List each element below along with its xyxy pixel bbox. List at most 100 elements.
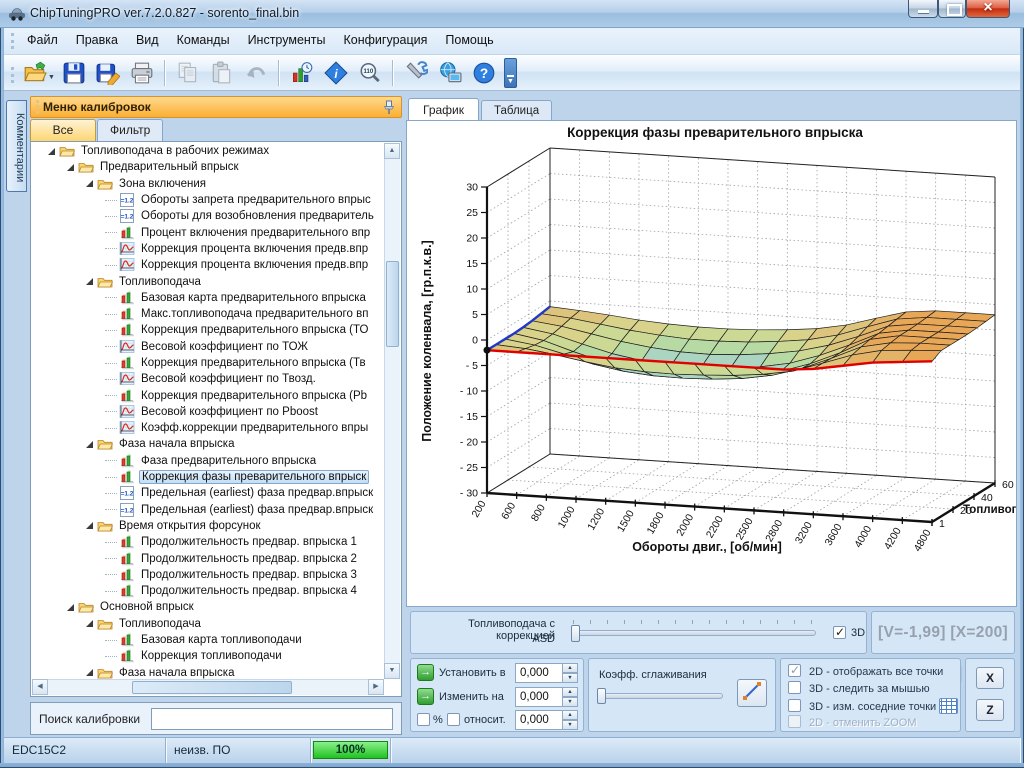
tab-comments[interactable]: Комментарии	[6, 100, 27, 192]
tree-folder[interactable]: Топливоподача	[32, 273, 384, 289]
tree-item[interactable]: Коррекция предварительного впрыска (Тв	[32, 355, 384, 371]
zoom-find-button[interactable]: 110	[355, 58, 385, 88]
menu-Помощь[interactable]: Помощь	[436, 28, 502, 51]
neighbor-grid-button[interactable]	[939, 698, 958, 714]
tree-folder[interactable]: Топливоподача в рабочих режимах	[32, 143, 384, 159]
x-axis-button[interactable]: X	[976, 667, 1004, 689]
3d-checkbox[interactable]	[833, 626, 846, 639]
tree-item[interactable]: Коррекция предварительного впрыска (Pb	[32, 387, 384, 403]
tree-vscrollbar[interactable]: ▲ ▼	[384, 143, 400, 679]
tree-item[interactable]: =1.2Предельная (earliest) фаза предвар.в…	[32, 485, 384, 501]
tree-folder[interactable]: Фаза начала впрыска	[32, 665, 384, 680]
expand-arrow-icon[interactable]	[48, 148, 55, 155]
tree-item[interactable]: Весовой коэффициент по ТОЖ	[32, 339, 384, 355]
tree-item[interactable]: Макс.топливоподача предварительного вп	[32, 306, 384, 322]
paste-button[interactable]	[207, 58, 237, 88]
tree-item[interactable]: Весовой коэффициент по Твозд.	[32, 371, 384, 387]
tree-item[interactable]: Коэфф.коррекции предварительного впры	[32, 420, 384, 436]
hscroll-thumb[interactable]	[132, 681, 292, 694]
maximize-button[interactable]	[938, 0, 966, 18]
apply-set-button[interactable]	[417, 664, 434, 681]
close-button[interactable]	[966, 0, 1010, 18]
tree-folder[interactable]: Фаза начала впрыска	[32, 436, 384, 452]
tree-item[interactable]: =1.2Предельная (earliest) фаза предвар.в…	[32, 502, 384, 518]
expand-arrow-icon[interactable]	[86, 180, 93, 187]
tree-item[interactable]: Коррекция фазы преварительного впрыск	[32, 469, 384, 485]
change-value-input[interactable]	[515, 687, 563, 707]
tree-item[interactable]: Продолжительность предвар. впрыска 2	[32, 550, 384, 566]
menu-Правка[interactable]: Правка	[67, 28, 127, 51]
menu-Инструменты[interactable]: Инструменты	[239, 28, 335, 51]
tree-item[interactable]: Продолжительность предвар. впрыска 3	[32, 567, 384, 583]
menu-Конфигурация[interactable]: Конфигурация	[335, 28, 437, 51]
help-button[interactable]: ?	[469, 58, 499, 88]
print-button[interactable]	[127, 58, 157, 88]
copy-button[interactable]	[173, 58, 203, 88]
tree-folder[interactable]: Предварительный впрыск	[32, 159, 384, 175]
info-button[interactable]: i	[321, 58, 351, 88]
view-option-checkbox[interactable]	[788, 699, 801, 712]
tools-button[interactable]	[401, 58, 431, 88]
minimize-button[interactable]	[908, 0, 938, 18]
z-axis-button[interactable]: Z	[976, 699, 1004, 721]
tree-item[interactable]: Коррекция процента включения предв.впр	[32, 257, 384, 273]
save-file-button[interactable]	[59, 58, 89, 88]
tab-Все[interactable]: Все	[30, 119, 96, 141]
set-value-spinner[interactable]: ▲▼	[562, 663, 578, 683]
expand-arrow-icon[interactable]	[86, 278, 93, 285]
expand-arrow-icon[interactable]	[86, 669, 93, 676]
expand-arrow-icon[interactable]	[86, 620, 93, 627]
view-option-checkbox[interactable]	[788, 681, 801, 694]
tab-Таблица[interactable]: Таблица	[481, 100, 552, 121]
relative-value-input[interactable]	[515, 710, 563, 730]
expand-arrow-icon[interactable]	[67, 604, 74, 611]
chart-area[interactable]: 302520151050- 5- 10- 15- 20- 25- 3020060…	[406, 120, 1017, 607]
smoothing-slider-thumb[interactable]	[597, 688, 606, 704]
tree-item[interactable]: Процент включения предварительного впр	[32, 224, 384, 240]
change-value-spinner[interactable]: ▲▼	[562, 687, 578, 707]
tab-Фильтр[interactable]: Фильтр	[97, 119, 163, 141]
tree-item[interactable]: Коррекция предварительного впрыска (ТО	[32, 322, 384, 338]
tree-folder[interactable]: Топливоподача	[32, 616, 384, 632]
compare-stats-button[interactable]	[287, 58, 317, 88]
tree-folder[interactable]: Зона включения	[32, 176, 384, 192]
expand-arrow-icon[interactable]	[86, 441, 93, 448]
tree-item[interactable]: =1.2Обороты запрета предварительного впр…	[32, 192, 384, 208]
open-dropdown-icon[interactable]: ▼	[48, 74, 55, 81]
tree-item[interactable]: Фаза предварительного впрыска	[32, 453, 384, 469]
scroll-left-icon[interactable]: ◀	[32, 679, 48, 695]
tree-item[interactable]: Продолжительность предвар. впрыска 4	[32, 583, 384, 599]
smoothing-slider[interactable]	[597, 693, 723, 699]
view-option-checkbox[interactable]	[788, 664, 801, 677]
tree-item[interactable]: Коррекция топливоподачи	[32, 648, 384, 664]
tree-folder[interactable]: Время открытия форсунок	[32, 518, 384, 534]
scroll-up-icon[interactable]: ▲	[384, 143, 400, 159]
scroll-right-icon[interactable]: ▶	[368, 679, 384, 695]
toolbar-overflow-button[interactable]: ▼	[504, 58, 517, 88]
overlay-slider[interactable]	[571, 630, 816, 636]
scroll-down-icon[interactable]: ▼	[384, 663, 400, 679]
tab-График[interactable]: График	[408, 98, 479, 121]
tree-item[interactable]: Весовой коэффициент по Pboost	[32, 404, 384, 420]
undo-button[interactable]	[241, 58, 271, 88]
relative-checkbox[interactable]	[447, 713, 460, 726]
percent-checkbox[interactable]	[417, 713, 430, 726]
tree-hscrollbar[interactable]: ◀ ▶	[32, 679, 384, 695]
search-input[interactable]	[151, 708, 393, 730]
set-value-input[interactable]	[515, 663, 563, 683]
overlay-slider-thumb[interactable]	[571, 625, 580, 642]
menu-Вид[interactable]: Вид	[127, 28, 168, 51]
vscroll-thumb[interactable]	[386, 261, 399, 347]
relative-value-spinner[interactable]: ▲▼	[562, 710, 578, 730]
tree-item[interactable]: =1.2Обороты для возобновления предварите…	[32, 208, 384, 224]
menu-Команды[interactable]: Команды	[168, 28, 239, 51]
tree-item[interactable]: Базовая карта предварительного впрыска	[32, 290, 384, 306]
tree-item[interactable]: Продолжительность предвар. впрыска 1	[32, 534, 384, 550]
smoothing-apply-button[interactable]	[737, 679, 767, 707]
open-file-button[interactable]	[20, 58, 50, 88]
tree-item[interactable]: Базовая карта топливоподачи	[32, 632, 384, 648]
expand-arrow-icon[interactable]	[86, 522, 93, 529]
menu-Файл[interactable]: Файл	[18, 28, 67, 51]
web-update-button[interactable]	[435, 58, 465, 88]
pin-icon[interactable]	[382, 100, 396, 122]
